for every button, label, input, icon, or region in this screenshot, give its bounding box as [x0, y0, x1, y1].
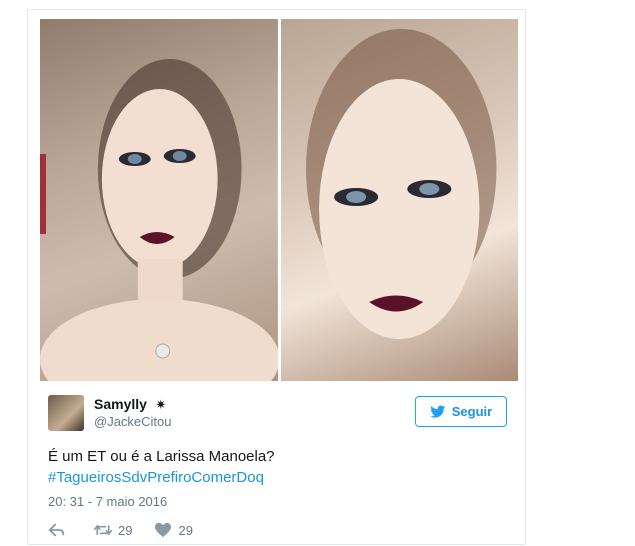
portrait-illustration-closeup: [305, 29, 496, 339]
photo-right[interactable]: [280, 19, 518, 381]
tweet-timestamp[interactable]: 20: 31 - 7 maio 2016: [48, 494, 167, 509]
author-handle[interactable]: @JackeCitou: [94, 413, 172, 430]
photo-left[interactable]: [40, 19, 278, 381]
follow-button[interactable]: Seguir: [415, 396, 507, 427]
like-button[interactable]: 29: [154, 522, 193, 538]
like-count: 29: [178, 522, 193, 538]
tweet-media[interactable]: [40, 19, 518, 381]
tweet-body: É um ET ou é a Larissa Manoela?: [48, 448, 275, 465]
reply-button[interactable]: [48, 522, 72, 538]
tweet-text: É um ET ou é a Larissa Manoela? #Tagueir…: [48, 446, 275, 488]
follow-label: Seguir: [451, 404, 493, 419]
avatar[interactable]: [48, 395, 84, 431]
tweet-actions: 29 29: [48, 522, 215, 538]
hashtag-link[interactable]: #TagueirosSdvPrefiroComerDoq: [48, 467, 275, 488]
sparkle-icon: ✷: [155, 397, 167, 412]
reply-icon: [48, 523, 65, 537]
retweet-button[interactable]: 29: [94, 522, 132, 538]
retweet-count: 29: [118, 522, 133, 538]
tweet-card: Samylly ✷ @JackeCitou Seguir É um ET ou …: [27, 9, 526, 545]
author-display-name[interactable]: Samylly: [94, 396, 147, 412]
heart-icon: [155, 522, 172, 538]
portrait-illustration: [40, 19, 278, 381]
retweet-icon: [94, 525, 112, 535]
tweet-author[interactable]: Samylly ✷ @JackeCitou: [48, 395, 172, 431]
twitter-bird-icon: [430, 405, 446, 418]
